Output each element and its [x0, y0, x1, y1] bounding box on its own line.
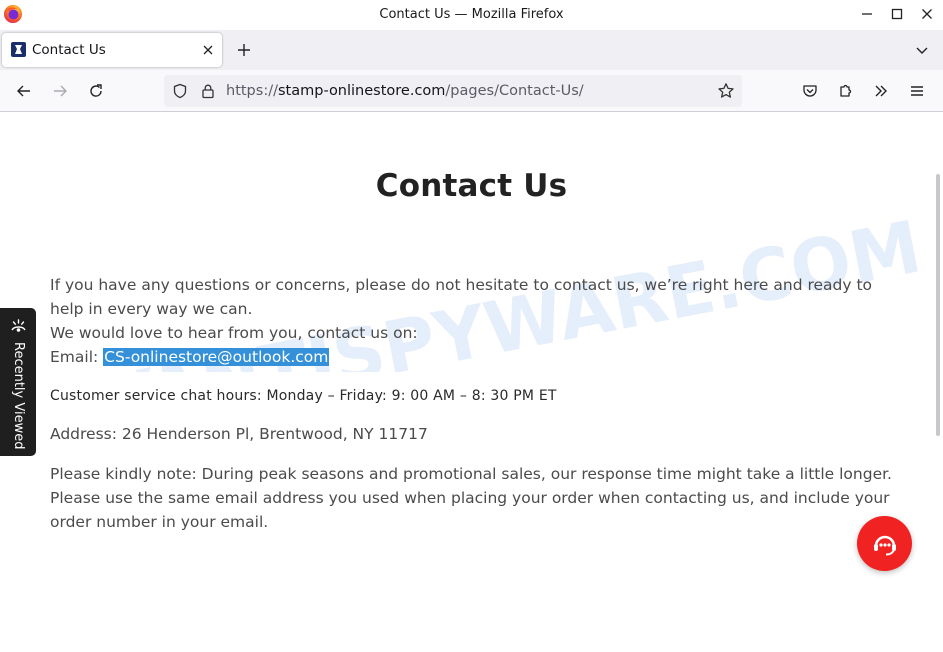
close-window-button[interactable]: [913, 2, 941, 26]
eye-sparkle-icon: [11, 319, 26, 332]
overflow-menu-button[interactable]: [867, 77, 895, 105]
window-title: Contact Us — Mozilla Firefox: [379, 7, 564, 22]
plus-icon: [238, 44, 250, 56]
close-icon: [922, 9, 932, 19]
new-tab-button[interactable]: [232, 38, 256, 62]
chevrons-right-icon: [875, 85, 887, 97]
url-path: /pages/Contact-Us/: [445, 83, 584, 99]
address-bar[interactable]: https://stamp-onlinestore.com/pages/Cont…: [164, 75, 742, 107]
site-favicon-icon: [11, 42, 26, 57]
url-domain: stamp-onlinestore.com: [277, 83, 446, 99]
maximize-icon: [891, 8, 903, 20]
chat-hours: Customer service chat hours: Monday – Fr…: [50, 388, 557, 404]
email-line: Email: CS-onlinestore@outlook.com: [50, 345, 900, 369]
intro-paragraph: If you have any questions or concerns, p…: [50, 273, 900, 369]
star-icon[interactable]: [717, 82, 735, 100]
reload-icon: [90, 84, 102, 97]
back-button[interactable]: [10, 77, 38, 105]
lock-icon[interactable]: [200, 83, 216, 99]
arrow-left-icon: [17, 85, 30, 97]
chevron-down-icon: [916, 47, 928, 54]
page-title: Contact Us: [375, 168, 568, 204]
pocket-button[interactable]: [796, 77, 824, 105]
email-link[interactable]: CS-onlinestore@outlook.com: [103, 348, 330, 366]
url-scheme: https://: [226, 83, 278, 99]
forward-button[interactable]: [46, 77, 74, 105]
puzzle-icon: [840, 84, 852, 97]
tab-label: Contact Us: [32, 42, 106, 58]
close-tab-button[interactable]: [199, 41, 217, 59]
contact-prompt: We would love to hear from you, contact …: [50, 324, 418, 342]
maximize-button[interactable]: [883, 2, 911, 26]
address: Address: 26 Henderson Pl, Brentwood, NY …: [50, 425, 428, 443]
arrow-right-icon: [54, 85, 67, 97]
extensions-button[interactable]: [832, 77, 860, 105]
intro-text: If you have any questions or concerns, p…: [50, 276, 873, 318]
tab-strip: Contact Us: [0, 30, 943, 70]
navigation-toolbar: https://stamp-onlinestore.com/pages/Cont…: [0, 70, 943, 112]
recently-viewed-tab[interactable]: Recently Viewed: [0, 308, 36, 456]
page-content: MYANTISPYWARE.COM Contact Us If you have…: [0, 112, 943, 652]
minimize-icon: [862, 13, 872, 15]
app-menu-button[interactable]: [903, 77, 931, 105]
live-chat-button[interactable]: [857, 516, 912, 571]
close-icon: [203, 45, 213, 55]
headset-icon: [873, 535, 896, 555]
window-titlebar: Contact Us — Mozilla Firefox: [0, 0, 943, 30]
shield-icon[interactable]: [172, 83, 188, 99]
minimize-button[interactable]: [853, 2, 881, 26]
email-label: Email:: [50, 348, 104, 366]
scrollbar-thumb[interactable]: [936, 174, 940, 436]
response-time-note: Please kindly note: During peak seasons …: [50, 465, 892, 531]
reload-button[interactable]: [82, 77, 110, 105]
hamburger-icon: [911, 86, 923, 96]
url-text[interactable]: https://stamp-onlinestore.com/pages/Cont…: [226, 83, 584, 99]
tab-contact-us[interactable]: Contact Us: [2, 33, 222, 67]
recently-viewed-label: Recently Viewed: [11, 342, 26, 450]
pocket-icon: [803, 85, 817, 97]
list-all-tabs-button[interactable]: [910, 38, 934, 62]
